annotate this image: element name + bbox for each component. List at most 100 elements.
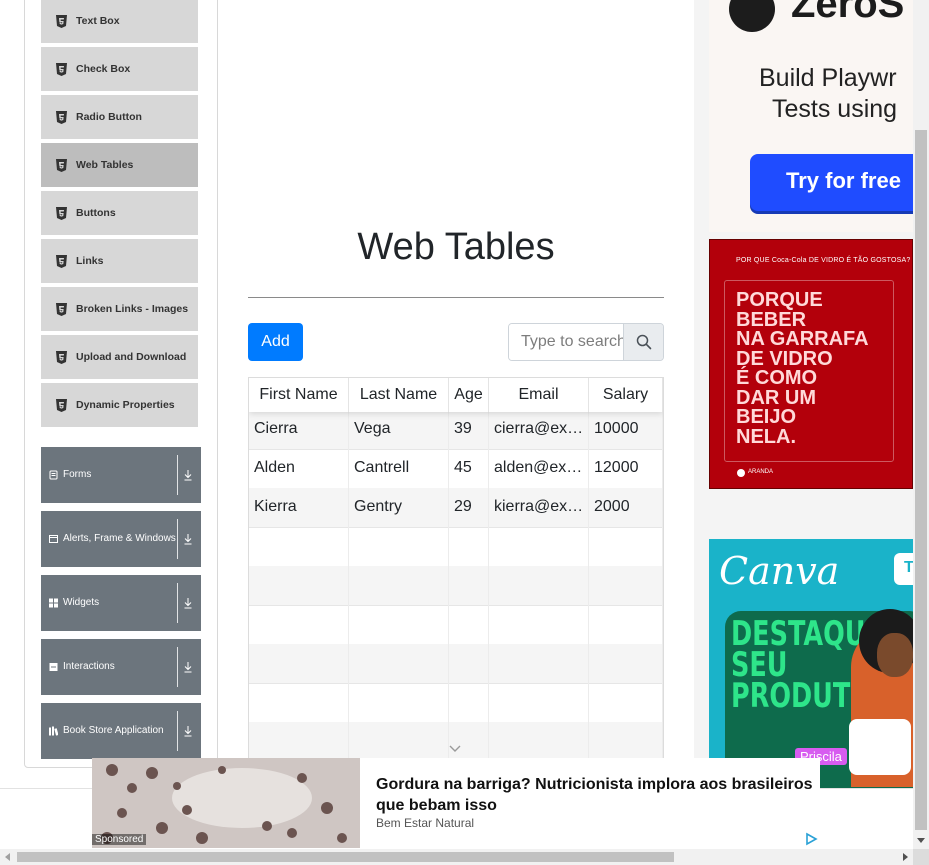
web-table: First Name Last Name Age Email Salary Cierra… [248, 377, 664, 765]
search-button[interactable] [623, 324, 663, 360]
sidebar-item-label: Broken Links - Images [76, 303, 189, 315]
sidebar-item-web-tables[interactable]: Web Tables [41, 143, 198, 189]
search-icon [636, 334, 651, 350]
table-cell [349, 566, 449, 606]
table-cell [589, 644, 663, 684]
zerostep-text-line1: Build Playwr [759, 64, 897, 92]
column-header-last-name[interactable]: Last Name [349, 378, 449, 412]
page-title: Web Tables [357, 226, 555, 268]
sidebar-item-label: Web Tables [76, 159, 134, 171]
sidebar-item-check-box[interactable]: Check Box [41, 47, 198, 93]
sidebar-item-links[interactable]: Links [41, 239, 198, 285]
sidebar-group-forms[interactable]: Forms [41, 447, 201, 503]
sponsored-label: Sponsored [92, 834, 147, 845]
table-cell: 10000 [589, 410, 663, 450]
search-box [508, 323, 664, 361]
table-cell [449, 683, 489, 723]
table-row [249, 722, 663, 762]
table-cell: Alden [249, 449, 349, 489]
html5-icon [55, 254, 68, 268]
table-cell [349, 683, 449, 723]
scroll-left-arrow-icon[interactable] [2, 851, 14, 863]
page-viewport: Text Box Check Box Radio Button Web Tables B… [0, 0, 929, 865]
table-cell: 45 [449, 449, 489, 489]
table-row [249, 605, 663, 645]
zerostep-ad[interactable]: ZeroS Build Playwr Tests using Try for f… [709, 0, 913, 232]
app-tile-icon [849, 719, 911, 775]
table-row: KierraGentry29kierra@example.com2000 [249, 488, 663, 528]
sidebar-item-label: Buttons [76, 207, 116, 219]
canva-ad[interactable]: Canva T DESTAQUE SEU PRODUTO Priscila [709, 539, 913, 789]
table-cell [589, 722, 663, 762]
html5-icon [55, 302, 68, 316]
zerostep-name: ZeroS [791, 0, 905, 26]
ad-photo: Sponsored [92, 758, 360, 848]
table-cell [449, 605, 489, 645]
canva-badge: T [894, 553, 913, 585]
table-cell [249, 605, 349, 645]
ad-source: Bem Estar Natural [376, 816, 475, 830]
widgets-icon [49, 598, 58, 608]
column-header-first-name[interactable]: First Name [249, 378, 349, 412]
coca-cola-ad[interactable]: POR QUE Coca-Cola DE VIDRO É TÃO GOSTOSA… [709, 239, 913, 489]
table-cell [489, 605, 589, 645]
column-header-salary[interactable]: Salary [589, 378, 663, 412]
table-row: AldenCantrell45alden@example.com12000 [249, 449, 663, 489]
sidebar-group-alerts-frame-windows[interactable]: Alerts, Frame & Windows [41, 511, 201, 567]
adchoices-icon[interactable] [804, 832, 818, 846]
sidebar-item-upload-and-download[interactable]: Upload and Download [41, 335, 198, 381]
table-cell: Cantrell [349, 449, 449, 489]
group-divider [177, 455, 178, 495]
table-cell [489, 527, 589, 567]
table-cell: Kierra [249, 488, 349, 528]
table-row [249, 683, 663, 723]
table-cell [349, 722, 449, 762]
group-divider [177, 647, 178, 687]
sidebar-group-interactions[interactable]: Interactions [41, 639, 201, 695]
scroll-down-arrow-icon[interactable] [915, 834, 927, 846]
table-cell: 29 [449, 488, 489, 528]
table-cell [249, 722, 349, 762]
html5-icon [55, 350, 68, 364]
chevron-down-icon [449, 745, 461, 752]
table-row [249, 527, 663, 567]
table-cell [249, 644, 349, 684]
sidebar-item-broken-links-images[interactable]: Broken Links - Images [41, 287, 198, 333]
download-arrow-icon [184, 726, 192, 737]
sponsored-banner[interactable]: Sponsored Gordura na barriga? Nutricioni… [92, 758, 820, 848]
table-cell [249, 527, 349, 567]
table-cell: 2000 [589, 488, 663, 528]
ad-headline[interactable]: Gordura na barriga? Nutricionista implor… [376, 774, 816, 816]
search-input[interactable] [509, 324, 623, 360]
table-cell: Gentry [349, 488, 449, 528]
zerostep-text-line2: Tests using [772, 95, 898, 123]
sidebar-item-dynamic-properties[interactable]: Dynamic Properties [41, 383, 198, 429]
sidebar-group-widgets[interactable]: Widgets [41, 575, 201, 631]
table-cell [349, 605, 449, 645]
coca-ad-headline: PORQUE BEBER NA GARRAFA DE VIDRO É COMO … [736, 289, 869, 448]
window-icon [49, 535, 58, 544]
brand-logo-icon [737, 469, 745, 477]
table-cell [449, 722, 489, 762]
title-divider [248, 297, 664, 298]
coca-ad-tagline: POR QUE Coca-Cola DE VIDRO É TÃO GOSTOSA… [736, 257, 911, 264]
interactions-icon [49, 663, 58, 672]
column-header-email[interactable]: Email [489, 378, 589, 412]
vertical-scroll-thumb[interactable] [915, 130, 927, 830]
person-face [877, 633, 913, 677]
scroll-right-arrow-icon[interactable] [899, 851, 911, 863]
sidebar-item-text-box[interactable]: Text Box [41, 0, 198, 45]
horizontal-scroll-thumb[interactable] [17, 852, 674, 862]
group-divider [177, 583, 178, 623]
sidebar-item-buttons[interactable]: Buttons [41, 191, 198, 237]
table-row [249, 644, 663, 684]
zerostep-cta-button[interactable]: Try for free [750, 154, 913, 211]
sidebar-group-book-store-application[interactable]: Book Store Application [41, 703, 201, 759]
table-cell [489, 722, 589, 762]
sidebar-item-radio-button[interactable]: Radio Button [41, 95, 198, 141]
column-header-age[interactable]: Age [449, 378, 489, 412]
canva-logo: Canva [719, 549, 840, 593]
table-cell [489, 683, 589, 723]
add-button[interactable]: Add [248, 323, 303, 361]
html5-icon [55, 14, 68, 28]
